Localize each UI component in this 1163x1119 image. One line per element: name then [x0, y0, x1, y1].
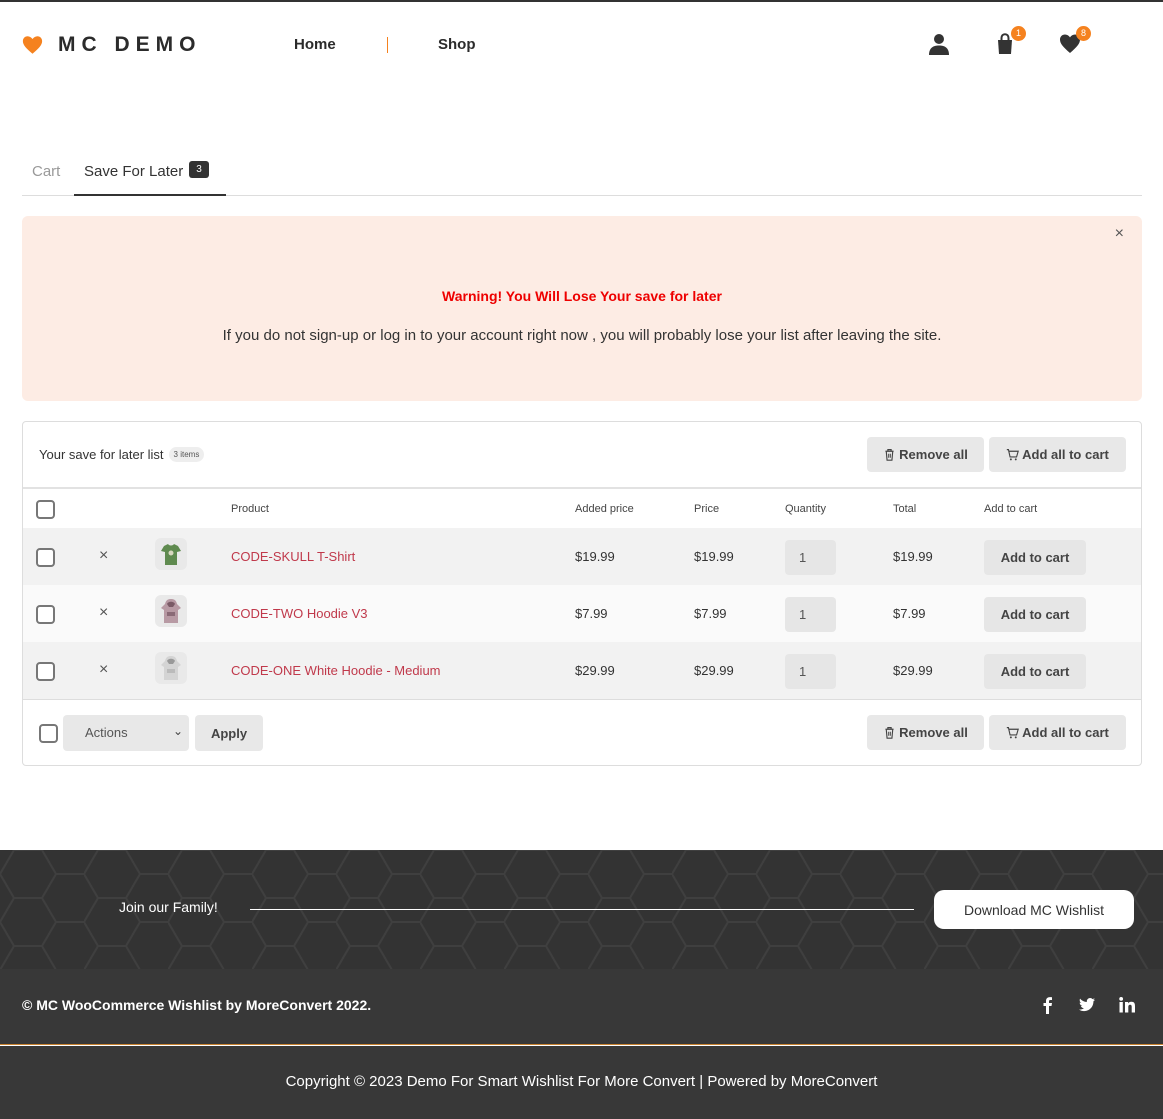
tab-save-for-later-label: Save For Later	[84, 163, 184, 180]
product-name-link[interactable]: CODE-TWO Hoodie V3	[231, 606, 368, 621]
remove-item-icon[interactable]: ×	[99, 547, 108, 565]
footer-copyright: © MC WooCommerce Wishlist by MoreConvert…	[22, 997, 372, 1013]
column-header-total: Total	[893, 503, 917, 515]
apply-button[interactable]: Apply	[195, 715, 263, 751]
site-logo[interactable]: MC DEMO	[22, 33, 202, 57]
twitter-icon[interactable]	[1078, 996, 1096, 1014]
column-header-price: Price	[694, 503, 720, 515]
quantity-input[interactable]: 1	[785, 654, 836, 689]
wishlist-icon[interactable]: 8	[1058, 26, 1091, 56]
product-name-link[interactable]: CODE-ONE White Hoodie - Medium	[231, 663, 441, 678]
add-all-to-cart-label: Add all to cart	[1022, 725, 1109, 740]
row-checkbox[interactable]	[36, 605, 55, 624]
items-count-badge: 3 items	[168, 447, 205, 462]
cart-small-icon	[1006, 449, 1020, 461]
linkedin-icon[interactable]	[1118, 996, 1136, 1014]
add-to-cart-button[interactable]: Add to cart	[984, 540, 1086, 575]
remove-item-icon[interactable]: ×	[99, 661, 108, 679]
row-checkbox[interactable]	[36, 548, 55, 567]
price: $7.99	[694, 606, 727, 621]
remove-all-label: Remove all	[899, 447, 968, 462]
list-footer: Actions ⌄ Apply Remove all Add all to ca…	[23, 699, 1141, 766]
product-thumbnail[interactable]	[155, 595, 187, 627]
add-to-cart-button[interactable]: Add to cart	[984, 597, 1086, 632]
close-icon[interactable]: ×	[1115, 225, 1124, 243]
select-all-checkbox-bottom[interactable]	[39, 724, 58, 743]
warning-title: Warning! You Will Lose Your save for lat…	[442, 288, 722, 304]
trash-icon	[885, 449, 894, 461]
tab-cart[interactable]: Cart	[32, 163, 60, 180]
quantity-input[interactable]: 1	[785, 597, 836, 632]
bulk-actions-value: Actions	[85, 725, 128, 740]
added-price: $7.99	[575, 606, 608, 621]
total: $29.99	[893, 663, 933, 678]
nav-shop[interactable]: Shop	[438, 36, 476, 53]
join-family-text: Join our Family!	[119, 899, 218, 915]
total: $19.99	[893, 549, 933, 564]
list-title-text: Your save for later list	[39, 447, 164, 462]
table-row: × CODE-TWO Hoodie V3 $7.99 $7.99 1 $7.99…	[23, 585, 1141, 642]
nav-home[interactable]: Home	[294, 36, 336, 53]
column-header-added-price: Added price	[575, 503, 634, 515]
column-header-product: Product	[231, 503, 269, 515]
total: $7.99	[893, 606, 926, 621]
table-row: × CODE-SKULL T-Shirt $19.99 $19.99 1 $19…	[23, 528, 1141, 585]
price: $29.99	[694, 663, 734, 678]
column-header-quantity: Quantity	[785, 503, 826, 515]
row-checkbox[interactable]	[36, 662, 55, 681]
footer-bottom-copyright: Copyright © 2023 Demo For Smart Wishlist…	[285, 1073, 878, 1090]
add-all-to-cart-button-top[interactable]: Add all to cart	[989, 437, 1126, 472]
download-button[interactable]: Download MC Wishlist	[934, 890, 1134, 929]
added-price: $19.99	[575, 549, 615, 564]
remove-all-button-top[interactable]: Remove all	[867, 437, 984, 472]
list-title: Your save for later list 3 items	[39, 447, 205, 462]
warning-notice: × Warning! You Will Lose Your save for l…	[22, 216, 1142, 401]
bulk-actions-select[interactable]: Actions ⌄	[63, 715, 189, 751]
price: $19.99	[694, 549, 734, 564]
cart-small-icon	[1006, 727, 1020, 739]
trash-icon	[885, 727, 894, 739]
column-header-add-to-cart: Add to cart	[984, 503, 1038, 515]
wishlist-count-badge: 8	[1076, 26, 1091, 41]
cart-count-badge: 1	[1011, 26, 1026, 41]
cart-icon[interactable]: 1	[993, 26, 1026, 56]
footer-bottom: Copyright © 2023 Demo For Smart Wishlist…	[0, 1046, 1163, 1119]
facebook-icon[interactable]	[1039, 996, 1057, 1014]
remove-item-icon[interactable]: ×	[99, 604, 108, 622]
select-all-checkbox[interactable]	[36, 500, 55, 519]
chevron-down-icon: ⌄	[172, 724, 183, 738]
account-icon[interactable]	[927, 32, 951, 56]
product-thumbnail[interactable]	[155, 652, 187, 684]
quantity-input[interactable]: 1	[785, 540, 836, 575]
tab-count-badge: 3	[189, 161, 209, 178]
add-all-to-cart-label: Add all to cart	[1022, 447, 1109, 462]
cart-tabs: Cart Save For Later 3	[22, 156, 1142, 196]
added-price: $29.99	[575, 663, 615, 678]
add-to-cart-button[interactable]: Add to cart	[984, 654, 1086, 689]
divider-line	[250, 909, 914, 910]
remove-all-button-bottom[interactable]: Remove all	[867, 715, 984, 750]
product-name-link[interactable]: CODE-SKULL T-Shirt	[231, 549, 355, 564]
warning-text: If you do not sign-up or log in to your …	[222, 327, 942, 344]
list-header: Your save for later list 3 items Remove …	[23, 422, 1141, 489]
logo-text: MC DEMO	[58, 33, 202, 56]
table-row: × CODE-ONE White Hoodie - Medium $29.99 …	[23, 642, 1141, 699]
heart-logo-icon	[22, 36, 43, 54]
tab-save-for-later[interactable]: Save For Later 3	[74, 156, 226, 196]
add-all-to-cart-button-bottom[interactable]: Add all to cart	[989, 715, 1126, 750]
remove-all-label: Remove all	[899, 725, 968, 740]
footer-main: © MC WooCommerce Wishlist by MoreConvert…	[0, 969, 1163, 1045]
save-for-later-list: Your save for later list 3 items Remove …	[22, 421, 1142, 766]
nav-separator	[387, 37, 388, 53]
product-thumbnail[interactable]	[155, 538, 187, 570]
site-header: MC DEMO Home Shop 1 8	[0, 2, 1163, 88]
join-family-band: Join our Family! Download MC Wishlist	[0, 850, 1163, 969]
